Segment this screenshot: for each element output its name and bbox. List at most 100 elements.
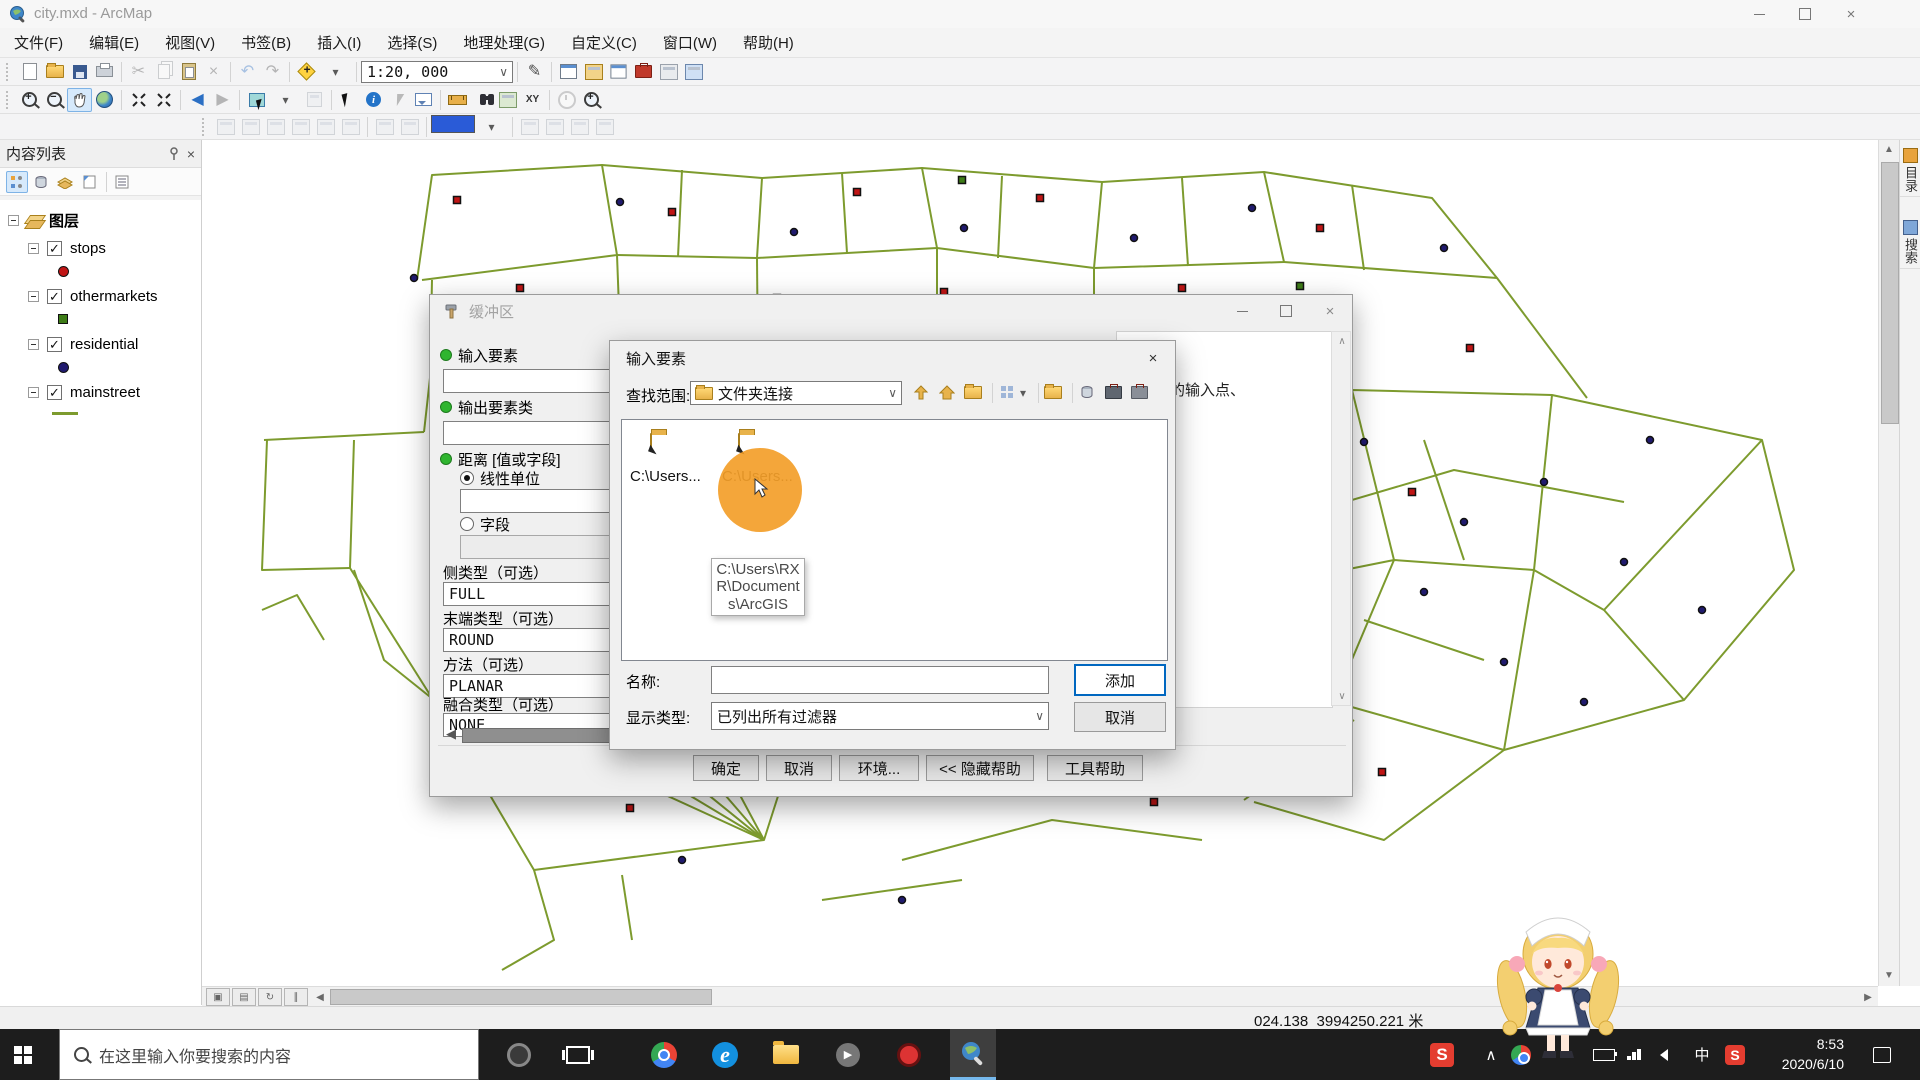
search-window-icon[interactable] [606, 60, 631, 84]
save-icon[interactable] [67, 60, 92, 84]
map-vertical-scrollbar[interactable]: ▲ ▼ [1878, 140, 1900, 986]
help-scrollbar[interactable]: ∧ ∨ [1331, 331, 1351, 706]
tool-icon-9[interactable] [517, 115, 542, 139]
pause-drawing-button[interactable]: ∥ [284, 988, 308, 1006]
folder-item-1-label[interactable]: C:\Users... [630, 468, 701, 485]
menu-view[interactable]: 视图(V) [165, 32, 215, 53]
swatch-dropdown-icon[interactable]: ▾ [475, 115, 508, 139]
view-type-icon[interactable] [996, 382, 1018, 402]
close-button[interactable]: × [1828, 0, 1874, 28]
view-type-dropdown-icon[interactable]: ▾ [1016, 386, 1030, 400]
layer-symbol-mainstreet[interactable] [52, 412, 78, 415]
look-in-dropdown-icon[interactable]: ∨ [884, 386, 901, 400]
layer-row-residential[interactable]: ✓ residential [28, 336, 138, 353]
sogou-tray-icon[interactable]: S [1422, 1029, 1462, 1080]
sogou-ime-icon[interactable]: S [1716, 1029, 1754, 1080]
delete-icon[interactable]: × [201, 60, 226, 84]
tool-icon-7[interactable] [372, 115, 397, 139]
layout-view-button[interactable]: ▤ [232, 988, 256, 1006]
file-explorer-icon[interactable] [763, 1029, 809, 1080]
list-by-visibility-icon[interactable] [54, 171, 76, 193]
param-scroll-left-icon[interactable]: ◀ [446, 727, 456, 740]
toolbar-grip[interactable] [202, 117, 209, 136]
html-popup-icon[interactable] [411, 88, 436, 112]
buffer-dialog-titlebar[interactable]: 缓冲区 × [430, 295, 1352, 327]
layer-symbol-othermarkets[interactable] [58, 314, 68, 324]
new-item-icon[interactable] [1042, 382, 1064, 402]
name-input[interactable] [711, 666, 1049, 694]
toc-root-row[interactable]: 图层 [8, 210, 79, 231]
chrome-icon[interactable] [641, 1029, 687, 1080]
tool-icon-4[interactable] [288, 115, 313, 139]
tool-icon-11[interactable] [567, 115, 592, 139]
notification-center-icon[interactable] [1862, 1029, 1902, 1080]
clock[interactable]: 8:53 2020/6/10 [1762, 1034, 1844, 1075]
browse-cancel-button[interactable]: 取消 [1074, 702, 1166, 732]
network-icon[interactable] [1620, 1029, 1648, 1080]
hyperlink-icon[interactable] [386, 88, 411, 112]
scroll-left-icon[interactable]: ◀ [310, 988, 330, 1006]
vscroll-thumb[interactable] [1881, 162, 1899, 424]
maximize-button[interactable] [1782, 0, 1828, 28]
list-by-source-icon[interactable] [30, 171, 52, 193]
task-view-icon[interactable] [555, 1029, 601, 1080]
find-route-icon[interactable] [495, 88, 520, 112]
add-button[interactable]: 添加 [1074, 664, 1166, 696]
field-radio[interactable] [460, 517, 474, 531]
layer-row-mainstreet[interactable]: ✓ mainstreet [28, 384, 140, 401]
menu-geoprocessing[interactable]: 地理处理(G) [463, 32, 545, 53]
dialog-close-icon[interactable]: × [1308, 296, 1352, 326]
edge-icon[interactable]: e [702, 1029, 748, 1080]
tool-icon-3[interactable] [263, 115, 288, 139]
toolbar-grip[interactable] [6, 62, 13, 81]
ime-indicator[interactable]: 中 [1688, 1029, 1716, 1080]
print-icon[interactable] [92, 60, 117, 84]
layer-checkbox[interactable]: ✓ [47, 241, 62, 256]
tool-icon-1[interactable] [213, 115, 238, 139]
tool-icon-5[interactable] [313, 115, 338, 139]
go-to-xy-icon[interactable]: XY [520, 88, 545, 112]
undo-icon[interactable]: ↶ [235, 60, 260, 84]
help-scroll-up-icon[interactable]: ∧ [1332, 332, 1352, 350]
hide-help-button[interactable]: << 隐藏帮助 [926, 755, 1034, 781]
menu-selection[interactable]: 选择(S) [387, 32, 437, 53]
map-scale-combo[interactable]: 1:20, 000 ∨ [361, 60, 513, 83]
select-features-icon[interactable] [244, 88, 269, 112]
measure-icon[interactable] [445, 88, 470, 112]
layer-checkbox[interactable]: ✓ [47, 385, 62, 400]
pin-icon[interactable] [167, 146, 181, 161]
linear-unit-radio[interactable] [460, 471, 474, 485]
tool-help-button[interactable]: 工具帮助 [1047, 755, 1143, 781]
collapse-icon[interactable] [8, 215, 19, 226]
paste-icon[interactable] [176, 60, 201, 84]
speaker-icon[interactable] [1650, 1029, 1678, 1080]
zoom-in-icon[interactable]: + [17, 88, 42, 112]
go-forward-extent-icon[interactable]: ▶ [210, 88, 235, 112]
collapse-icon[interactable] [28, 387, 39, 398]
help-scroll-down-icon[interactable]: ∨ [1332, 687, 1352, 705]
menu-file[interactable]: 文件(F) [14, 32, 63, 53]
collapse-icon[interactable] [28, 243, 39, 254]
menu-help[interactable]: 帮助(H) [743, 32, 794, 53]
hscroll-thumb[interactable] [330, 989, 712, 1005]
catalog-window-icon[interactable] [581, 60, 606, 84]
cortana-icon[interactable] [496, 1029, 542, 1080]
select-elements-icon[interactable] [336, 88, 361, 112]
editor-pencil-icon[interactable]: ✎ [522, 60, 547, 84]
up-one-level-icon[interactable] [910, 382, 932, 402]
music-app-icon[interactable] [886, 1029, 932, 1080]
menu-insert[interactable]: 插入(I) [317, 32, 361, 53]
fixed-zoom-out-icon[interactable] [151, 88, 176, 112]
tool-icon-2[interactable] [238, 115, 263, 139]
toc-options-icon[interactable] [111, 171, 133, 193]
geodatabase-icon[interactable] [1076, 382, 1098, 402]
start-button[interactable] [0, 1029, 46, 1080]
filter-dropdown-icon[interactable]: ∨ [1031, 709, 1048, 723]
collapse-icon[interactable] [28, 291, 39, 302]
add-data-dropdown-icon[interactable]: ▾ [319, 60, 352, 84]
collapse-icon[interactable] [28, 339, 39, 350]
select-features-dropdown-icon[interactable]: ▾ [269, 88, 302, 112]
cancel-button[interactable]: 取消 [766, 755, 832, 781]
connect-folder-icon[interactable] [962, 382, 984, 402]
refresh-view-button[interactable]: ↻ [258, 988, 282, 1006]
